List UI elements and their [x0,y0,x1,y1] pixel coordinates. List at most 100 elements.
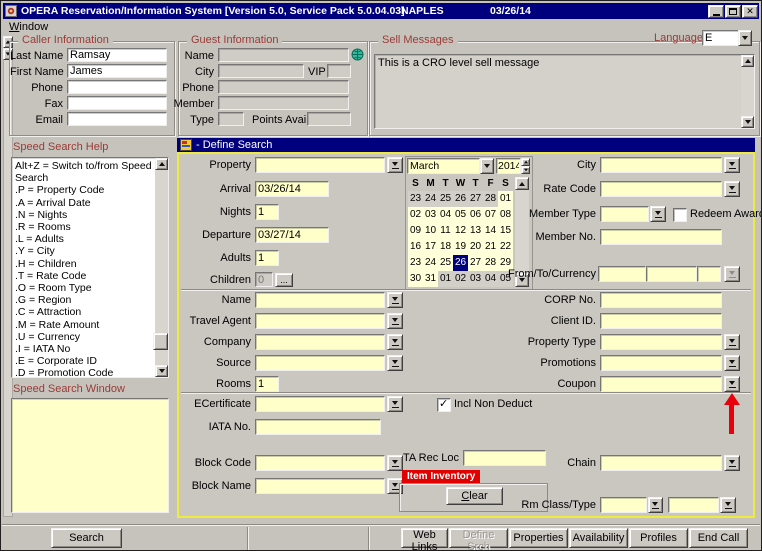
maximize-button[interactable] [725,5,741,18]
calendar-day[interactable]: 02 [408,207,423,223]
language-dropdown-button[interactable] [738,30,752,46]
speed-scroll-up-button[interactable] [155,158,168,170]
city-label: City [479,157,596,173]
rm-class-lov-button[interactable] [648,497,663,513]
calendar-month-input[interactable] [407,158,480,174]
speed-search-window-box[interactable] [11,398,169,513]
name-input[interactable] [255,292,385,308]
calendar-day[interactable]: 25 [438,191,453,207]
speed-scroll-down-button[interactable] [155,365,168,377]
block-code-input[interactable] [255,455,385,471]
minimize-button[interactable] [708,5,724,18]
close-button[interactable]: ✕ [742,5,758,18]
footer-button-properties[interactable]: Properties [509,528,568,548]
city-input[interactable] [600,157,722,173]
calendar-day[interactable]: 26 [453,191,468,207]
nights-input[interactable] [255,204,279,220]
calendar-day[interactable]: 11 [438,223,453,239]
coupon-input[interactable] [600,376,722,392]
first-name-input[interactable] [67,64,167,78]
to-input[interactable] [646,266,697,282]
corp-no-input[interactable] [600,292,722,308]
property-type-input[interactable] [600,334,722,350]
sell-scroll-up-button[interactable] [741,55,754,67]
down-arrow-icon [745,120,751,124]
ecertificate-lov-button[interactable] [387,396,403,412]
calendar-day[interactable]: 16 [408,239,423,255]
calendar-day[interactable]: 31 [423,271,438,287]
calendar-day[interactable]: 03 [423,207,438,223]
calendar-day[interactable]: 02 [453,271,468,287]
calendar-day[interactable]: 10 [423,223,438,239]
ecertificate-input[interactable] [255,396,385,412]
rate-code-input[interactable] [600,181,722,197]
travel-agent-lov-button[interactable] [387,313,403,329]
property-input[interactable] [255,157,385,173]
source-input[interactable] [255,355,385,371]
language-input[interactable] [702,30,739,46]
rooms-input[interactable] [255,376,279,392]
redeem-award-label: Redeem Award [690,206,762,222]
rm-class-input[interactable] [600,497,647,513]
menu-window[interactable]: Window [3,20,54,34]
travel-agent-input[interactable] [255,313,385,329]
caller-email-input[interactable] [67,112,167,126]
chain-input[interactable] [600,455,722,471]
sell-scroll-down-button[interactable] [741,116,754,128]
member-type-lov-button[interactable] [650,206,666,222]
adults-input[interactable] [255,250,279,266]
departure-input[interactable] [255,227,329,243]
property-type-lov-button[interactable] [724,334,740,350]
search-button[interactable]: Search [51,528,122,548]
calendar-day[interactable]: 09 [408,223,423,239]
iata-no-input[interactable] [255,419,381,435]
property-lov-button[interactable] [387,157,403,173]
calendar-day[interactable]: 05 [453,207,468,223]
promotions-lov-button[interactable] [724,355,740,371]
city-lov-button[interactable] [724,157,740,173]
chain-lov-button[interactable] [724,455,740,471]
promotions-input[interactable] [600,355,722,371]
caller-fax-input[interactable] [67,96,167,110]
speed-scrollbar-thumb[interactable] [153,333,168,350]
client-id-input[interactable] [600,313,722,329]
footer-button-end-call[interactable]: End Call [689,528,748,548]
calendar-day[interactable]: 17 [423,239,438,255]
caller-phone-input[interactable] [67,80,167,94]
company-input[interactable] [255,334,385,350]
rate-code-lov-button[interactable] [724,181,740,197]
source-lov-button[interactable] [387,355,403,371]
calendar-day[interactable]: 25 [438,255,453,271]
from-input[interactable] [598,266,646,282]
footer-button-availability[interactable]: Availability [569,528,628,548]
incl-non-deduct-checkbox[interactable] [437,398,451,412]
calendar-day[interactable]: 24 [423,191,438,207]
calendar-day[interactable]: 30 [408,271,423,287]
rm-type-lov-button[interactable] [720,497,736,513]
calendar-day[interactable]: 04 [438,207,453,223]
member-no-input[interactable] [600,229,722,245]
arrival-input[interactable] [255,181,329,197]
calendar-day[interactable]: 12 [453,223,468,239]
footer-button-profiles[interactable]: Profiles [629,528,688,548]
calendar-day[interactable]: 23 [408,255,423,271]
member-type-input[interactable] [600,206,649,222]
calendar-day[interactable]: 19 [453,239,468,255]
rm-type-input[interactable] [668,497,719,513]
footer-button-web-links[interactable]: Web Links [401,528,448,548]
children-more-button[interactable]: ... [275,273,293,287]
currency-input[interactable] [697,266,721,282]
calendar-day[interactable]: 23 [408,191,423,207]
calendar-day[interactable]: 18 [438,239,453,255]
calendar-day-selected[interactable]: 26 [453,255,468,271]
last-name-input[interactable] [67,48,167,62]
speed-search-help-line: .L = Adults [15,233,153,245]
coupon-lov-button[interactable] [724,376,740,392]
redeem-award-checkbox[interactable] [673,208,687,222]
globe-icon[interactable] [351,48,364,61]
name-lov-button[interactable] [387,292,403,308]
company-lov-button[interactable] [387,334,403,350]
block-name-input[interactable] [255,478,385,494]
calendar-day[interactable]: 24 [423,255,438,271]
calendar-day[interactable]: 01 [438,271,453,287]
